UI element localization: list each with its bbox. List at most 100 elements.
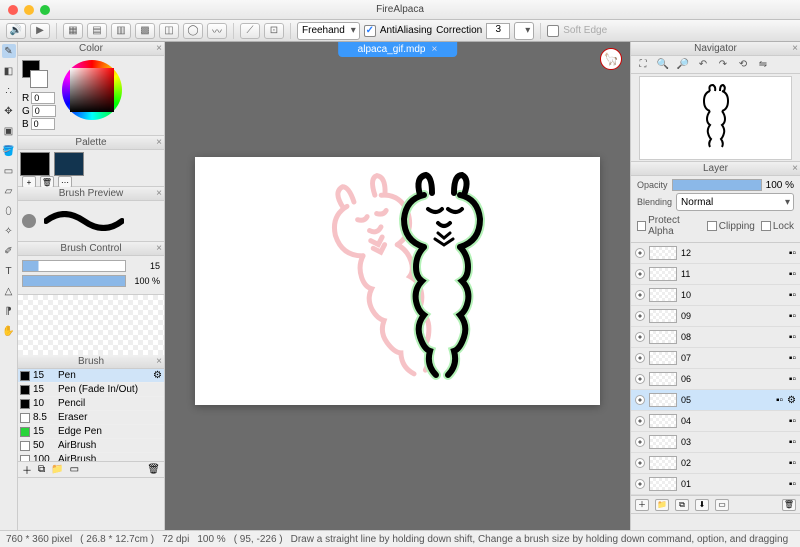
merge-layer-icon[interactable]: ⬇ — [695, 499, 709, 511]
flip-icon[interactable]: ⇋ — [755, 58, 771, 72]
zoom-in-icon[interactable]: 🔍 — [655, 58, 671, 72]
close-icon[interactable]: × — [156, 243, 162, 254]
del-layer-icon[interactable]: 🗑 — [782, 499, 796, 511]
gear-icon[interactable]: ⚙ — [153, 370, 162, 381]
brush-row[interactable]: 100AirBrush — [18, 453, 164, 461]
canvas-area[interactable]: alpaca_gif.mdp × 🦙 — [165, 42, 630, 530]
layer-opacity-slider[interactable] — [672, 179, 762, 191]
brush-row[interactable]: 8.5Eraser — [18, 411, 164, 425]
close-window-button[interactable] — [8, 5, 18, 15]
layer-mask-icon[interactable]: ▪▫ — [789, 437, 796, 448]
close-icon[interactable]: × — [156, 188, 162, 199]
color-wheel[interactable] — [62, 60, 122, 120]
text-tool-icon[interactable]: T — [2, 264, 16, 278]
folder-brush-icon[interactable]: 📁 — [51, 464, 63, 475]
wand-tool-icon[interactable]: ✧ — [2, 224, 16, 238]
grid2-icon[interactable]: ▤ — [87, 23, 107, 39]
play-icon[interactable]: ▶ — [30, 23, 50, 39]
layer-mask-icon[interactable]: ▪▫ — [789, 311, 796, 322]
visibility-icon[interactable] — [635, 290, 645, 300]
new-layer-icon[interactable]: ＋ — [635, 499, 649, 511]
visibility-icon[interactable] — [635, 353, 645, 363]
perspective-icon[interactable]: ◫ — [159, 23, 179, 39]
visibility-icon[interactable] — [635, 437, 645, 447]
visibility-icon[interactable] — [635, 416, 645, 426]
layer-mask-icon[interactable]: ▪▫ — [789, 479, 796, 490]
reset-rot-icon[interactable]: ⟲ — [735, 58, 751, 72]
curve-guide-icon[interactable]: 〰 — [207, 23, 227, 39]
visibility-icon[interactable] — [635, 311, 645, 321]
snap2-icon[interactable]: ⊡ — [264, 23, 284, 39]
protect-alpha-checkbox[interactable] — [637, 221, 646, 231]
visibility-icon[interactable] — [635, 269, 645, 279]
blending-select[interactable]: Normal — [676, 193, 794, 211]
minimize-window-button[interactable] — [24, 5, 34, 15]
layer-mask-icon[interactable]: ▪▫ — [789, 248, 796, 259]
stroke-mode-select[interactable]: Freehand — [297, 22, 360, 40]
visibility-icon[interactable] — [635, 374, 645, 384]
layer-mask-icon[interactable]: ▪▫ — [789, 416, 796, 427]
zoom-window-button[interactable] — [40, 5, 50, 15]
clipping-checkbox[interactable] — [707, 221, 717, 231]
grid-icon[interactable]: ▦ — [63, 23, 83, 39]
correction-stepper[interactable] — [514, 22, 534, 40]
new-folder-icon[interactable]: 📁 — [655, 499, 669, 511]
hand-tool-icon[interactable]: ✋ — [2, 324, 16, 338]
canvas[interactable] — [195, 157, 600, 405]
del-brush-icon[interactable]: 🗑 — [147, 464, 160, 475]
brush-tool-icon[interactable]: ✎ — [2, 44, 16, 58]
navigator-view[interactable] — [639, 76, 792, 160]
close-icon[interactable]: × — [156, 43, 162, 54]
layer-mask-icon[interactable]: ▪▫ — [789, 269, 796, 280]
grid3-icon[interactable]: ▥ — [111, 23, 131, 39]
eyedropper-tool-icon[interactable]: ⁋ — [2, 304, 16, 318]
zoom-fit-icon[interactable]: ⛶ — [635, 58, 651, 72]
size-slider[interactable] — [22, 260, 126, 272]
g-input[interactable] — [32, 105, 56, 117]
zoom-out-icon[interactable]: 🔎 — [675, 58, 691, 72]
clear-layer-icon[interactable]: ▭ — [715, 499, 729, 511]
layer-row[interactable]: 09▪▫ — [631, 306, 800, 327]
select-tool-icon[interactable]: ▱ — [2, 184, 16, 198]
circle-guide-icon[interactable]: ◯ — [183, 23, 203, 39]
layer-row[interactable]: 12▪▫ — [631, 243, 800, 264]
layer-row[interactable]: 01▪▫ — [631, 474, 800, 495]
brush-row[interactable]: 50AirBrush — [18, 439, 164, 453]
softedge-checkbox[interactable] — [547, 25, 559, 37]
snap1-icon[interactable]: ⟋ — [240, 23, 260, 39]
bucket-tool-icon[interactable]: 🪣 — [2, 144, 16, 158]
fill-tool-icon[interactable]: ▣ — [2, 124, 16, 138]
rotate-ccw-icon[interactable]: ↶ — [695, 58, 711, 72]
pen-select-icon[interactable]: ✐ — [2, 244, 16, 258]
add-brush-icon[interactable]: ＋ — [22, 462, 32, 477]
antialiasing-checkbox[interactable]: ✓ — [364, 25, 376, 37]
dot-tool-icon[interactable]: ∴ — [2, 84, 16, 98]
gear-icon[interactable]: ⚙ — [787, 395, 796, 406]
b-input[interactable] — [31, 118, 55, 130]
lasso-tool-icon[interactable]: ⬯ — [2, 204, 16, 218]
layer-mask-icon[interactable]: ▪▫ — [789, 353, 796, 364]
layer-mask-icon[interactable]: ▪▫ — [789, 374, 796, 385]
layer-row[interactable]: 04▪▫ — [631, 411, 800, 432]
close-tab-icon[interactable]: × — [431, 44, 437, 55]
palette-swatch[interactable] — [54, 152, 84, 176]
close-icon[interactable]: × — [792, 163, 798, 174]
visibility-icon[interactable] — [635, 395, 645, 405]
visibility-icon[interactable] — [635, 479, 645, 489]
layer-row[interactable]: 11▪▫ — [631, 264, 800, 285]
brush-row[interactable]: 15Pen (Fade In/Out) — [18, 383, 164, 397]
brush-row[interactable]: 15Pen⚙ — [18, 369, 164, 383]
layer-row[interactable]: 08▪▫ — [631, 327, 800, 348]
layer-row[interactable]: 06▪▫ — [631, 369, 800, 390]
grid4-icon[interactable]: ▩ — [135, 23, 155, 39]
more-brush-icon[interactable]: ▭ — [70, 464, 79, 475]
sound-icon[interactable]: 🔊 — [6, 23, 26, 39]
layer-mask-icon[interactable]: ▪▫ — [776, 395, 783, 406]
gradient-tool-icon[interactable]: ▭ — [2, 164, 16, 178]
dup-brush-icon[interactable]: ⧉ — [38, 464, 45, 475]
layer-row[interactable]: 07▪▫ — [631, 348, 800, 369]
close-icon[interactable]: × — [156, 137, 162, 148]
brush-row[interactable]: 10Pencil — [18, 397, 164, 411]
layer-row[interactable]: 10▪▫ — [631, 285, 800, 306]
eraser-tool-icon[interactable]: ◧ — [2, 64, 16, 78]
